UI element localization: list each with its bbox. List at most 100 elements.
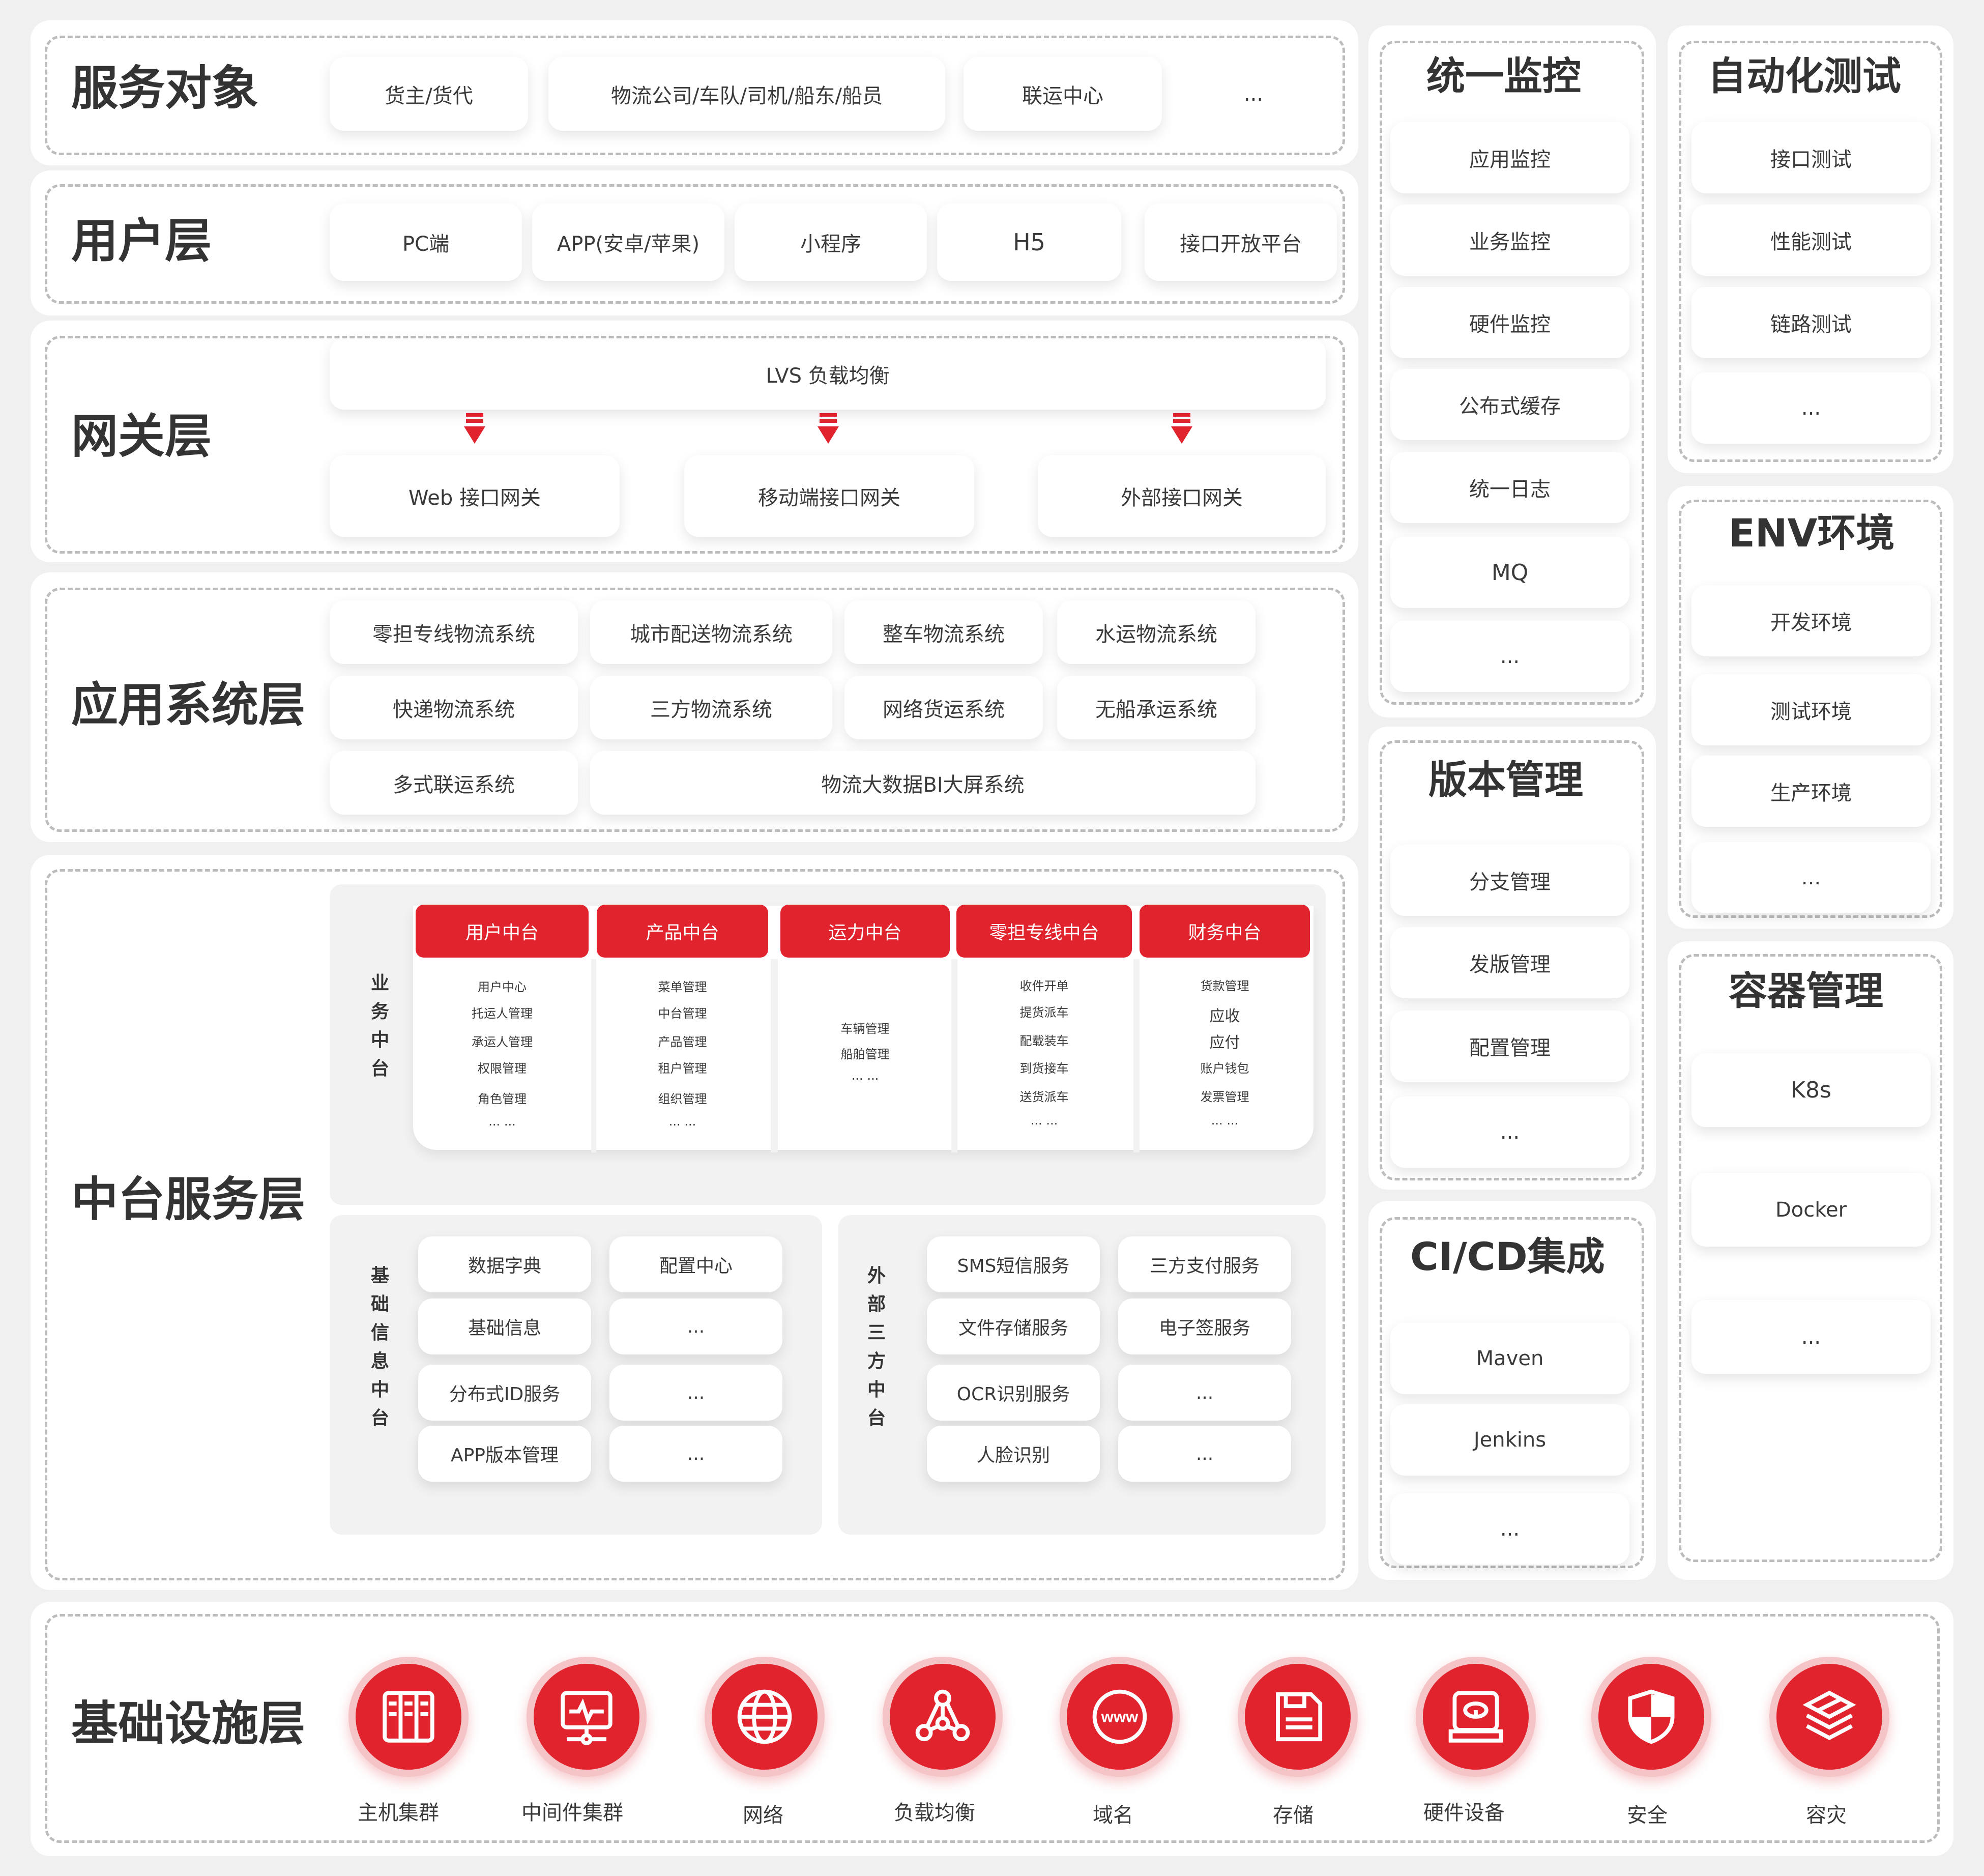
app-system[interactable]: 网络货运系统 bbox=[844, 676, 1043, 739]
external-service[interactable]: ... bbox=[1118, 1365, 1291, 1421]
version-item[interactable]: 配置管理 bbox=[1390, 1011, 1629, 1082]
user-entry-h5[interactable]: H5 bbox=[937, 204, 1121, 281]
container-frame bbox=[1679, 954, 1942, 1562]
web-api-gateway[interactable]: Web 接口网关 bbox=[330, 455, 620, 537]
infra-item-label: 负载均衡 bbox=[894, 1801, 975, 1825]
mobile-api-gateway[interactable]: 移动端接口网关 bbox=[684, 455, 974, 537]
external-service[interactable]: 三方支付服务 bbox=[1118, 1236, 1291, 1292]
monitoring-item[interactable]: ... bbox=[1390, 621, 1629, 692]
capacity-platform-header[interactable]: 运力中台 bbox=[780, 905, 950, 958]
basic-service[interactable]: 配置中心 bbox=[609, 1236, 782, 1292]
autotest-item[interactable]: ... bbox=[1691, 372, 1931, 444]
service-target-item[interactable]: ... bbox=[1177, 57, 1330, 131]
cicd-item[interactable]: Maven bbox=[1390, 1323, 1629, 1394]
user-entry-app[interactable]: APP(安卓/苹果) bbox=[532, 204, 724, 281]
app-system[interactable]: 多式联运系统 bbox=[330, 751, 578, 815]
external-api-gateway[interactable]: 外部接口网关 bbox=[1038, 455, 1326, 537]
www-icon: www bbox=[1060, 1657, 1180, 1777]
product-platform-header[interactable]: 产品中台 bbox=[597, 905, 768, 958]
app-system[interactable]: 整车物流系统 bbox=[844, 600, 1043, 664]
app-layer-title: 应用系统层 bbox=[71, 678, 306, 732]
basic-service[interactable]: 数据字典 bbox=[418, 1236, 591, 1292]
list-item: 角色管理 bbox=[478, 1092, 527, 1106]
service-target-item[interactable]: 货主/货代 bbox=[330, 57, 528, 131]
finance-platform-header[interactable]: 财务中台 bbox=[1140, 905, 1310, 958]
version-item[interactable]: ... bbox=[1390, 1096, 1629, 1168]
capacity-platform-items: 车辆管理 船舶管理 ... ... bbox=[780, 967, 950, 1142]
list-item: 用户中心 bbox=[478, 980, 527, 994]
user-entry-open-api[interactable]: 接口开放平台 bbox=[1145, 204, 1337, 281]
app-system[interactable]: 水运物流系统 bbox=[1057, 600, 1256, 664]
autotest-title: 自动化测试 bbox=[1708, 53, 1901, 99]
autotest-item[interactable]: 性能测试 bbox=[1691, 205, 1931, 276]
basic-service[interactable]: APP版本管理 bbox=[418, 1426, 591, 1482]
list-item: 船舶管理 bbox=[840, 1047, 890, 1061]
gateway-layer-title: 网关层 bbox=[71, 409, 212, 464]
infra-item-label: 存储 bbox=[1273, 1804, 1314, 1827]
external-service[interactable]: 文件存储服务 bbox=[927, 1298, 1100, 1354]
version-item[interactable]: 分支管理 bbox=[1390, 845, 1629, 916]
user-entry-pc[interactable]: PC端 bbox=[330, 204, 522, 281]
ltl-platform-header[interactable]: 零担专线中台 bbox=[956, 905, 1132, 958]
service-target-item[interactable]: 物流公司/车队/司机/船东/船员 bbox=[548, 57, 945, 131]
monitoring-item[interactable]: 硬件监控 bbox=[1390, 287, 1629, 358]
user-platform-header[interactable]: 用户中台 bbox=[416, 905, 589, 958]
basic-service[interactable]: ... bbox=[609, 1365, 782, 1421]
autotest-item[interactable]: 链路测试 bbox=[1691, 287, 1931, 358]
monitoring-item[interactable]: 公布式缓存 bbox=[1390, 369, 1629, 440]
external-service[interactable]: 电子签服务 bbox=[1118, 1298, 1291, 1354]
basic-service[interactable]: ... bbox=[609, 1426, 782, 1482]
finance-platform-items: 货款管理 应收 应付 账户钱包 发票管理 ... ... bbox=[1140, 967, 1310, 1142]
external-service[interactable]: OCR识别服务 bbox=[927, 1365, 1100, 1421]
cicd-item[interactable]: Jenkins bbox=[1390, 1404, 1629, 1476]
monitoring-item[interactable]: 统一日志 bbox=[1390, 452, 1629, 523]
app-system[interactable]: 零担专线物流系统 bbox=[330, 600, 578, 664]
column-divider bbox=[591, 959, 596, 1152]
list-item: 送货派车 bbox=[1019, 1090, 1069, 1104]
external-service[interactable]: SMS短信服务 bbox=[927, 1236, 1100, 1292]
basic-service[interactable]: 分布式ID服务 bbox=[418, 1365, 591, 1421]
external-service[interactable]: 人脸识别 bbox=[927, 1426, 1100, 1482]
app-system[interactable]: 快递物流系统 bbox=[330, 676, 578, 739]
column-divider bbox=[771, 959, 778, 1152]
env-item[interactable]: ... bbox=[1691, 842, 1931, 913]
env-item[interactable]: 测试环境 bbox=[1691, 674, 1931, 745]
container-item[interactable]: K8s bbox=[1691, 1053, 1931, 1127]
external-service[interactable]: ... bbox=[1118, 1426, 1291, 1482]
infra-item-label: 域名 bbox=[1093, 1804, 1133, 1827]
lvs-load-balancer[interactable]: LVS 负载均衡 bbox=[330, 338, 1326, 410]
list-item: 菜单管理 bbox=[658, 980, 707, 994]
hard-drive-icon bbox=[1416, 1657, 1536, 1777]
list-item: 应收 bbox=[1209, 1007, 1240, 1025]
list-item: 配载装车 bbox=[1019, 1034, 1069, 1048]
down-arrow-icon bbox=[464, 413, 485, 444]
list-item: 托运人管理 bbox=[472, 1006, 533, 1021]
monitoring-item[interactable]: MQ bbox=[1390, 537, 1629, 608]
app-system[interactable]: 城市配送物流系统 bbox=[590, 600, 832, 664]
cicd-title: CI/CD集成 bbox=[1410, 1234, 1605, 1279]
env-item[interactable]: 生产环境 bbox=[1691, 756, 1931, 827]
infra-item-label: 安全 bbox=[1627, 1804, 1668, 1827]
product-platform-items: 菜单管理 中台管理 产品管理 租户管理 组织管理 ... ... bbox=[597, 967, 768, 1142]
version-item[interactable]: 发版管理 bbox=[1390, 927, 1629, 998]
autotest-item[interactable]: 接口测试 bbox=[1691, 122, 1931, 193]
basic-service[interactable]: 基础信息 bbox=[418, 1298, 591, 1354]
globe-icon bbox=[705, 1657, 825, 1777]
ltl-platform-items: 收件开单 提货派车 配载装车 到货接车 送货派车 ... ... bbox=[956, 967, 1132, 1142]
list-item: 到货接车 bbox=[1019, 1061, 1069, 1076]
app-system[interactable]: 物流大数据BI大屏系统 bbox=[590, 751, 1256, 815]
env-item[interactable]: 开发环境 bbox=[1691, 585, 1931, 656]
infra-item-label: 主机集群 bbox=[358, 1801, 439, 1825]
infra-layer-title: 基础设施层 bbox=[71, 1696, 306, 1751]
service-target-item[interactable]: 联运中心 bbox=[964, 57, 1162, 131]
basic-service[interactable]: ... bbox=[609, 1298, 782, 1354]
monitoring-item[interactable]: 业务监控 bbox=[1390, 205, 1629, 276]
app-system[interactable]: 三方物流系统 bbox=[590, 676, 832, 739]
user-entry-miniprogram[interactable]: 小程序 bbox=[735, 204, 927, 281]
floppy-disk-icon bbox=[1238, 1657, 1358, 1777]
container-item[interactable]: ... bbox=[1691, 1300, 1931, 1374]
cicd-item[interactable]: ... bbox=[1390, 1493, 1629, 1565]
monitoring-item[interactable]: 应用监控 bbox=[1390, 122, 1629, 193]
container-item[interactable]: Docker bbox=[1691, 1173, 1931, 1247]
app-system[interactable]: 无船承运系统 bbox=[1057, 676, 1256, 739]
